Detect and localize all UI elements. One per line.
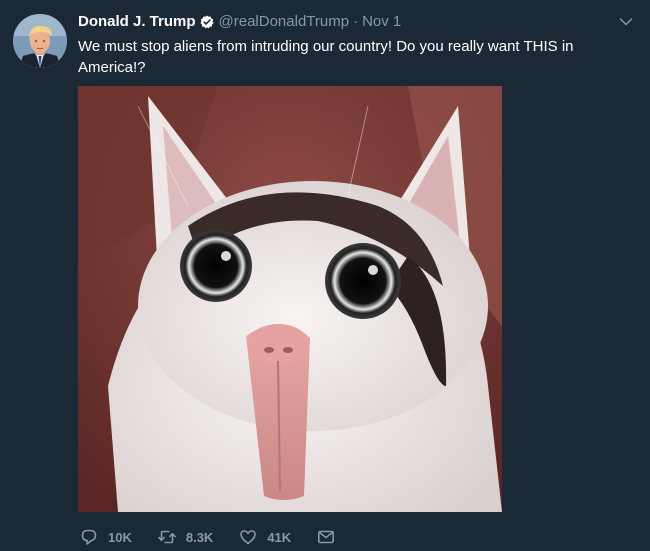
reply-icon: [81, 529, 97, 545]
verified-badge-icon: [200, 15, 214, 29]
reply-count: 10K: [108, 529, 132, 545]
reply-button[interactable]: 10K: [80, 528, 132, 546]
heart-icon: [240, 530, 257, 545]
tweet-actions: 10K 8.3K 41K: [80, 526, 335, 548]
tweet-text: We must stop aliens from intruding our c…: [78, 38, 574, 76]
author-name[interactable]: Donald J. Trump: [78, 12, 196, 32]
chevron-down-icon[interactable]: [618, 14, 634, 30]
tweet-header: Donald J. Trump @realDonaldTrump · Nov 1: [78, 12, 610, 32]
tweet-date[interactable]: Nov 1: [362, 12, 401, 32]
tweet-card: Donald J. Trump @realDonaldTrump · Nov 1…: [0, 0, 650, 551]
avatar-image: [13, 14, 67, 68]
retweet-count: 8.3K: [185, 529, 214, 545]
tweet-media-image[interactable]: [78, 86, 502, 512]
avatar[interactable]: [13, 14, 67, 68]
retweet-button[interactable]: 8.3K: [158, 528, 213, 546]
direct-message-button[interactable]: [317, 528, 335, 546]
header-separator: ·: [353, 13, 359, 30]
retweet-icon: [158, 530, 176, 544]
author-handle[interactable]: @realDonaldTrump: [219, 12, 350, 32]
like-count: 41K: [267, 529, 292, 545]
envelope-icon: [318, 530, 335, 544]
like-button[interactable]: 41K: [239, 528, 291, 546]
